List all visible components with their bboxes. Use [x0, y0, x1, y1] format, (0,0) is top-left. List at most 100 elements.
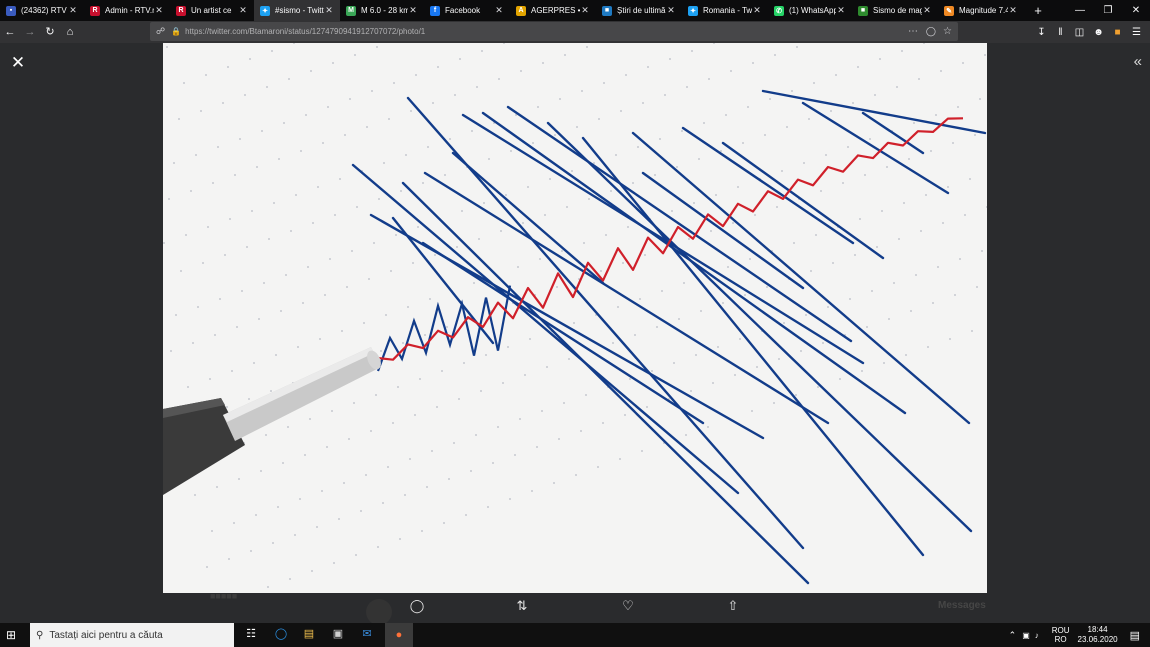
seismogram-trace-lines	[351, 89, 987, 585]
browser-tab[interactable]: ✦ #sismo - Twitte ✕	[254, 0, 340, 21]
photo-viewer: ■■■■■ Messages ✕ « ◯ ⇅ ♡ ⇧	[0, 43, 1150, 625]
language-code: ROU	[1051, 626, 1070, 635]
browser-tab[interactable]: R Un artist ce ✕	[170, 0, 254, 21]
forward-icon[interactable]: →	[20, 22, 40, 42]
tab-label: Magnitude 7.4	[959, 6, 1008, 15]
tweet-actions: ◯ ⇅ ♡ ⇧	[360, 596, 790, 620]
restore-icon[interactable]: ❐	[1094, 0, 1122, 21]
home-icon[interactable]: ⌂	[60, 22, 80, 42]
window-close-icon[interactable]: ✕	[1122, 0, 1150, 21]
tab-close-icon[interactable]: ✕	[836, 5, 846, 16]
facebook-icon: f	[430, 5, 440, 16]
bookmark-star-icon[interactable]: ☆	[943, 26, 952, 37]
volume-icon[interactable]: ♪	[1035, 631, 1039, 640]
close-icon[interactable]: ✕	[8, 53, 28, 73]
language-indicator[interactable]: ROU RO	[1052, 626, 1070, 644]
seismograph-photo	[163, 43, 987, 593]
address-bar[interactable]: ☍ 🔒 https://twitter.com/Btamaroni/status…	[150, 22, 958, 41]
page-actions-icon[interactable]: ⋯	[908, 26, 918, 37]
clock-time: 18:44	[1087, 625, 1108, 634]
extension-icon[interactable]: ■	[1108, 27, 1127, 38]
news-icon: ■	[858, 5, 868, 16]
browser-tab[interactable]: ▪ (24362) RTV We✕	[0, 0, 84, 21]
agerpres-icon: A	[516, 5, 526, 16]
twitter-icon: ✦	[688, 5, 698, 16]
task-view-icon[interactable]: ☷	[240, 627, 262, 640]
browser-tab[interactable]: ✎ Magnitude 7.4 ✕	[938, 0, 1024, 21]
lock-icon: 🔒	[171, 27, 182, 36]
tab-label: Facebook	[445, 6, 481, 15]
paper-grid-dots	[163, 43, 987, 588]
edge-icon[interactable]: ◯	[270, 627, 292, 640]
menu-icon[interactable]: ☰	[1127, 27, 1146, 38]
tab-close-icon[interactable]: ✕	[580, 5, 590, 16]
seismograph-image	[163, 43, 987, 588]
tab-close-icon[interactable]: ✕	[666, 5, 676, 16]
tab-close-icon[interactable]: ✕	[68, 5, 78, 16]
tab-label: M 6.0 - 28 km	[361, 6, 408, 15]
back-icon[interactable]: ←	[0, 22, 20, 42]
retweet-icon[interactable]: ⇅	[512, 598, 532, 614]
tray-chevron-icon[interactable]: ⌃	[1009, 630, 1017, 641]
expand-icon[interactable]: «	[1134, 53, 1142, 70]
mail-icon[interactable]: ✉	[356, 627, 378, 640]
tab-close-icon[interactable]: ✕	[408, 5, 418, 16]
network-icon[interactable]: ▣	[1022, 631, 1030, 640]
tab-label: AGERPRES • Ac	[531, 6, 580, 15]
browser-tab[interactable]: A AGERPRES • Ac✕	[510, 0, 596, 21]
browser-tab[interactable]: ✆ (1) WhatsApp ✕	[768, 0, 852, 21]
account-icon[interactable]: ☻	[1089, 27, 1108, 38]
toolbar-right: ↧ ‖ ◫ ☻ ■ ☰	[1032, 21, 1146, 43]
tab-close-icon[interactable]: ✕	[752, 5, 762, 16]
keyboard-code: RO	[1054, 635, 1067, 644]
r-logo-icon: R	[176, 5, 186, 16]
url-text[interactable]: https://twitter.com/Btamaroni/status/127…	[185, 27, 425, 36]
firefox-icon[interactable]: ●	[385, 623, 413, 647]
pencil-icon: ✎	[944, 5, 954, 16]
notifications-icon[interactable]: ▤	[1130, 629, 1140, 642]
pocket-icon[interactable]: ◯	[926, 26, 936, 37]
browser-tab[interactable]: ■ Știri de ultimă ✕	[596, 0, 682, 21]
browser-tab[interactable]: ■ Sismo de magr ✕	[852, 0, 938, 21]
minimize-icon[interactable]: —	[1066, 0, 1094, 21]
like-icon[interactable]: ♡	[618, 598, 638, 614]
store-icon[interactable]: ▣	[327, 627, 349, 640]
downloads-icon[interactable]: ↧	[1032, 27, 1051, 38]
tab-close-icon[interactable]: ✕	[922, 5, 932, 16]
taskbar-search[interactable]: ⚲ Tastați aici pentru a căuta	[30, 623, 234, 647]
whatsapp-icon: ✆	[774, 5, 784, 16]
reply-icon[interactable]: ◯	[407, 598, 427, 614]
browser-tab[interactable]: ✦ Romania - Twit ✕	[682, 0, 768, 21]
news-icon: ■	[602, 5, 612, 16]
system-tray: ⌃ ▣ ♪ ROU RO 18:44 23.06.2020 ▤	[1009, 623, 1150, 647]
browser-tab[interactable]: M M 6.0 - 28 km ✕	[340, 0, 424, 21]
new-tab-icon[interactable]: +	[1028, 3, 1048, 18]
reload-icon[interactable]: ↻	[40, 22, 60, 42]
messages-label[interactable]: Messages	[938, 600, 986, 611]
tab-close-icon[interactable]: ✕	[238, 5, 248, 16]
tab-label: Sismo de magr	[873, 6, 922, 15]
rtv-icon: ▪	[6, 5, 16, 16]
browser-tab[interactable]: R Admin - RTV.n ✕	[84, 0, 170, 21]
site-info-icon[interactable]: ☍	[156, 26, 165, 37]
tab-strip: ▪(24362) RTV We✕RAdmin - RTV.n✕RUn artis…	[0, 0, 1150, 21]
sidebar-icon[interactable]: ◫	[1070, 27, 1089, 38]
twitter-icon: ✦	[260, 5, 270, 16]
clock-date: 23.06.2020	[1077, 635, 1118, 644]
tab-label: (24362) RTV We	[21, 6, 68, 15]
windows-taskbar: ⊞ ⚲ Tastați aici pentru a căuta ☷ ◯ ▤ ▣ …	[0, 623, 1150, 647]
browser-tab[interactable]: f Facebook ✕	[424, 0, 510, 21]
windows-start-icon[interactable]: ⊞	[6, 628, 16, 642]
file-explorer-icon[interactable]: ▤	[298, 627, 320, 640]
tab-close-icon[interactable]: ✕	[324, 5, 334, 16]
window-controls: — ❐ ✕	[1066, 0, 1150, 21]
search-icon: ⚲	[36, 629, 44, 641]
share-icon[interactable]: ⇧	[723, 598, 743, 614]
clock[interactable]: 18:44 23.06.2020	[1078, 625, 1118, 645]
map-icon: M	[346, 5, 356, 16]
tab-close-icon[interactable]: ✕	[154, 5, 164, 16]
tab-close-icon[interactable]: ✕	[494, 5, 504, 16]
library-icon[interactable]: ‖	[1051, 27, 1070, 38]
search-placeholder: Tastați aici pentru a căuta	[49, 629, 163, 641]
tab-close-icon[interactable]: ✕	[1008, 5, 1018, 16]
